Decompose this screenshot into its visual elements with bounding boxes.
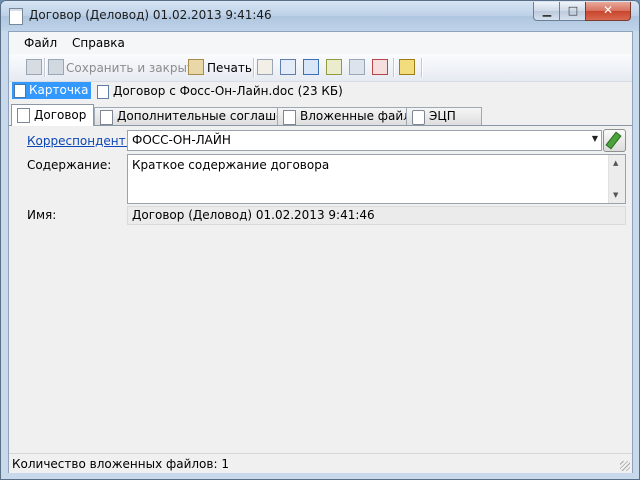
toolbar-separator [44,58,46,77]
scroll-up-icon[interactable]: ▲ [613,159,618,167]
tab-strip: Договор Дополнительные соглашения Вложен… [9,104,632,126]
card-tab[interactable]: Карточка [12,82,91,99]
client-area: Файл Справка Сохранить и закрыть Печать [8,31,633,473]
correspondent-value: ФОСС-ОН-ЛАЙН [132,133,231,147]
document-icon [9,8,23,25]
save-button[interactable] [26,59,42,76]
card-icon [14,84,26,98]
word-file-icon [97,85,109,99]
minimize-button[interactable]: ▁ [533,2,561,21]
content-label: Содержание: [27,158,112,172]
content-textarea[interactable]: Краткое содержание договора ▲ ▼ [127,154,626,204]
edit-doc-button[interactable] [257,59,273,76]
correspondent-link[interactable]: Корреспондент: [27,134,130,148]
app-window: Договор (Деловод) 01.02.2013 9:41:46 ▁ □… [0,0,640,480]
window-title: Договор (Деловод) 01.02.2013 9:41:46 [29,8,272,22]
document-icon [100,110,113,125]
sign-button[interactable] [399,59,415,76]
archive-icon [349,59,365,75]
pdf-button[interactable] [372,59,388,76]
edit-doc-icon [257,59,273,75]
save-close-icon [48,59,64,75]
correspondent-select[interactable]: ФОСС-ОН-ЛАЙН ▼ [127,130,602,151]
attached-files-count: Количество вложенных файлов: 1 [12,457,229,471]
save-icon [26,59,42,75]
close-button[interactable]: ✕ [585,2,631,21]
dropdown-arrow-icon[interactable]: ▼ [592,134,598,143]
resize-grip-icon[interactable] [620,461,630,471]
save-close-label: Сохранить и закрыть [66,61,202,75]
check-doc-icon [280,59,296,75]
attached-file-label: Договор с Фосс-Он-Лайн.doc (23 КБ) [113,84,343,98]
tab-attached-files-label: Вложенные файлы [300,109,421,123]
name-value: Договор (Деловод) 01.02.2013 9:41:46 [132,208,375,222]
tab-digital-signature-label: ЭЦП [429,109,456,123]
maximize-button[interactable]: □ [559,2,587,21]
save-close-button[interactable]: Сохранить и закрыть [48,59,201,76]
toolbar-separator [393,58,395,77]
tab-digital-signature[interactable]: ЭЦП [406,107,482,125]
contract-icon [17,108,30,123]
title-bar[interactable]: Договор (Деловод) 01.02.2013 9:41:46 ▁ □… [1,1,639,31]
paperclip-icon [283,110,296,125]
name-field: Договор (Деловод) 01.02.2013 9:41:46 [127,206,626,225]
archive-button[interactable] [349,59,365,76]
tab-contract[interactable]: Договор [11,104,94,126]
attach-icon [326,59,342,75]
tab-supplementary-agreements[interactable]: Дополнительные соглашения [94,107,306,125]
scroll-down-icon[interactable]: ▼ [613,191,618,199]
print-label: Печать [207,61,252,75]
toolbar-separator [421,58,423,77]
content-scrollbar[interactable]: ▲ ▼ [608,155,625,203]
attached-file-link[interactable]: Договор с Фосс-Он-Лайн.doc (23 КБ) [97,83,343,100]
print-icon [188,59,204,75]
tab-contract-label: Договор [34,108,87,122]
name-label: Имя: [27,208,57,222]
content-value: Краткое содержание договора [132,158,330,172]
edit-correspondent-button[interactable] [603,129,626,152]
document-bar: Карточка Договор с Фосс-Он-Лайн.doc (23 … [9,82,632,102]
tab-attached-files[interactable]: Вложенные файлы [277,107,427,125]
menu-bar: Файл Справка [9,32,632,54]
calendar-button[interactable] [303,59,319,76]
check-doc-button[interactable] [280,59,296,76]
menu-help[interactable]: Справка [72,36,125,50]
attach-button[interactable] [326,59,342,76]
pencil-icon [605,131,622,150]
pdf-icon [372,59,388,75]
sign-icon [399,59,415,75]
toolbar-separator [253,58,255,77]
menu-file[interactable]: Файл [24,36,57,50]
tab-content: Корреспондент: ФОСС-ОН-ЛАЙН ▼ Содержание… [9,125,632,458]
lock-icon [412,110,425,125]
calendar-icon [303,59,319,75]
card-label: Карточка [29,83,89,97]
print-button[interactable]: Печать [188,59,252,76]
toolbar: Сохранить и закрыть Печать [9,54,632,82]
status-bar: Количество вложенных файлов: 1 [9,453,632,473]
